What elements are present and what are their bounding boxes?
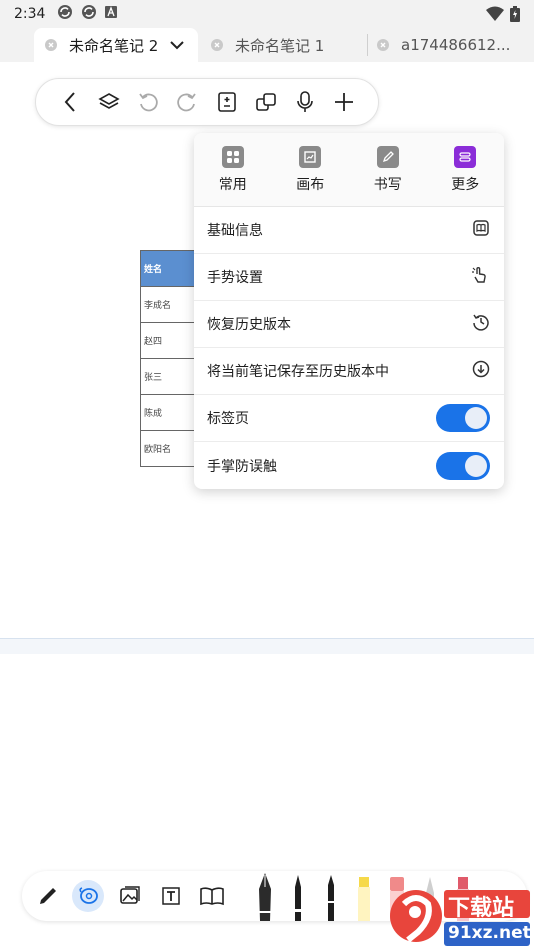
status-bar: 2:34 — [0, 0, 534, 28]
watermark-domain: 91xz.net — [448, 923, 531, 943]
table-cell: 陈成 — [140, 394, 197, 431]
menu-category-bar: 常用 画布 书写 更多 — [194, 133, 504, 207]
canvas-icon — [299, 145, 322, 168]
note-app: 2:34 未命名笔记 2 未命名笔记 1 a174486612... 姓名 李成… — [0, 0, 534, 950]
menu-item-restore-history[interactable]: 恢复历史版本 — [194, 301, 504, 348]
tab-note-1[interactable]: 未命名笔记 1 — [211, 28, 361, 62]
close-icon[interactable] — [211, 39, 223, 51]
table-cell: 张三 — [140, 358, 197, 395]
book-icon — [472, 219, 490, 241]
watermark-title: 下载站 — [448, 896, 515, 921]
marker-pen[interactable] — [320, 871, 342, 921]
menu-category-canvas[interactable]: 画布 — [272, 133, 350, 206]
lasso-icon[interactable] — [72, 880, 104, 912]
tab-label: 未命名笔记 1 — [235, 36, 325, 55]
more-icon — [454, 145, 477, 168]
menu-item-label: 手势设置 — [207, 270, 263, 286]
mic-icon[interactable] — [292, 89, 318, 115]
menu-item-save-history[interactable]: 将当前笔记保存至历史版本中 — [194, 348, 504, 395]
canvas-table: 姓名 李成名 赵四 张三 陈成 欧阳名 — [140, 250, 197, 467]
sync-icon — [57, 4, 73, 24]
grid-icon — [221, 145, 244, 168]
menu-category-label: 更多 — [451, 176, 480, 193]
sync-icon — [81, 4, 97, 24]
menu-item-gesture[interactable]: 手势设置 — [194, 254, 504, 301]
copy-icon[interactable] — [253, 89, 279, 115]
menu-category-writing[interactable]: 书写 — [349, 133, 427, 206]
font-icon — [105, 6, 118, 22]
table-cell: 赵四 — [140, 322, 197, 359]
menu-category-common[interactable]: 常用 — [194, 133, 272, 206]
wifi-icon — [486, 6, 504, 26]
close-icon[interactable] — [45, 39, 57, 51]
menu-item-label: 标签页 — [207, 411, 249, 427]
tab-note-2[interactable]: 未命名笔记 2 — [34, 28, 198, 62]
tabs-toggle[interactable] — [436, 404, 490, 432]
menu-item-tabs: 标签页 — [194, 395, 504, 442]
menu-category-more[interactable]: 更多 — [427, 133, 505, 206]
menu-category-label: 画布 — [296, 176, 325, 193]
table-header-cell: 姓名 — [140, 250, 197, 287]
layers-icon[interactable] — [96, 89, 122, 115]
menu-category-label: 书写 — [373, 176, 402, 193]
more-menu: 常用 画布 书写 更多 基础信息 手势设置 恢复历史版本 将当前笔记保存至历史版… — [194, 133, 504, 489]
add-icon[interactable] — [331, 89, 357, 115]
battery-icon — [510, 6, 520, 26]
redo-icon[interactable] — [174, 89, 200, 115]
toggle-knob — [465, 407, 487, 429]
tab-separator — [367, 34, 368, 56]
menu-item-label: 基础信息 — [207, 223, 263, 239]
menu-item-label: 手掌防误触 — [207, 458, 277, 475]
tab-note-3[interactable]: a174486612... — [377, 28, 532, 62]
undo-icon[interactable] — [135, 89, 161, 115]
highlighter-pen[interactable] — [353, 871, 375, 921]
menu-item-label: 将当前笔记保存至历史版本中 — [207, 364, 389, 380]
back-icon[interactable] — [57, 89, 83, 115]
top-toolbar — [35, 78, 379, 126]
text-box-icon[interactable] — [155, 880, 187, 912]
gesture-icon — [470, 265, 490, 289]
menu-category-label: 常用 — [218, 176, 247, 193]
menu-item-basic-info[interactable]: 基础信息 — [194, 207, 504, 254]
page-icon[interactable] — [214, 89, 240, 115]
tab-label: 未命名笔记 2 — [69, 36, 159, 55]
fountain-pen[interactable] — [254, 871, 276, 921]
status-time: 2:34 — [14, 6, 46, 22]
save-down-icon — [472, 360, 490, 382]
toggle-knob — [465, 454, 487, 477]
site-watermark: 下载站 91xz.net — [386, 888, 532, 948]
tab-label: a174486612... — [401, 36, 511, 54]
ballpoint-pen[interactable] — [287, 871, 309, 921]
menu-item-palm-rejection: 手掌防误触 — [194, 442, 504, 489]
close-icon[interactable] — [377, 39, 389, 51]
tab-bar: 未命名笔记 2 未命名笔记 1 a174486612... — [0, 28, 534, 62]
book-open-icon[interactable] — [196, 880, 228, 912]
table-cell: 欧阳名 — [140, 430, 197, 467]
palm-rejection-toggle[interactable] — [436, 451, 490, 480]
pen-icon — [376, 145, 399, 168]
history-icon — [472, 313, 490, 335]
image-icon[interactable] — [114, 880, 146, 912]
page-divider — [0, 638, 534, 654]
chevron-down-icon[interactable] — [170, 36, 185, 54]
table-cell: 李成名 — [140, 286, 197, 323]
pencil-icon[interactable] — [32, 880, 64, 912]
status-right — [486, 6, 520, 26]
menu-item-label: 恢复历史版本 — [207, 317, 291, 333]
